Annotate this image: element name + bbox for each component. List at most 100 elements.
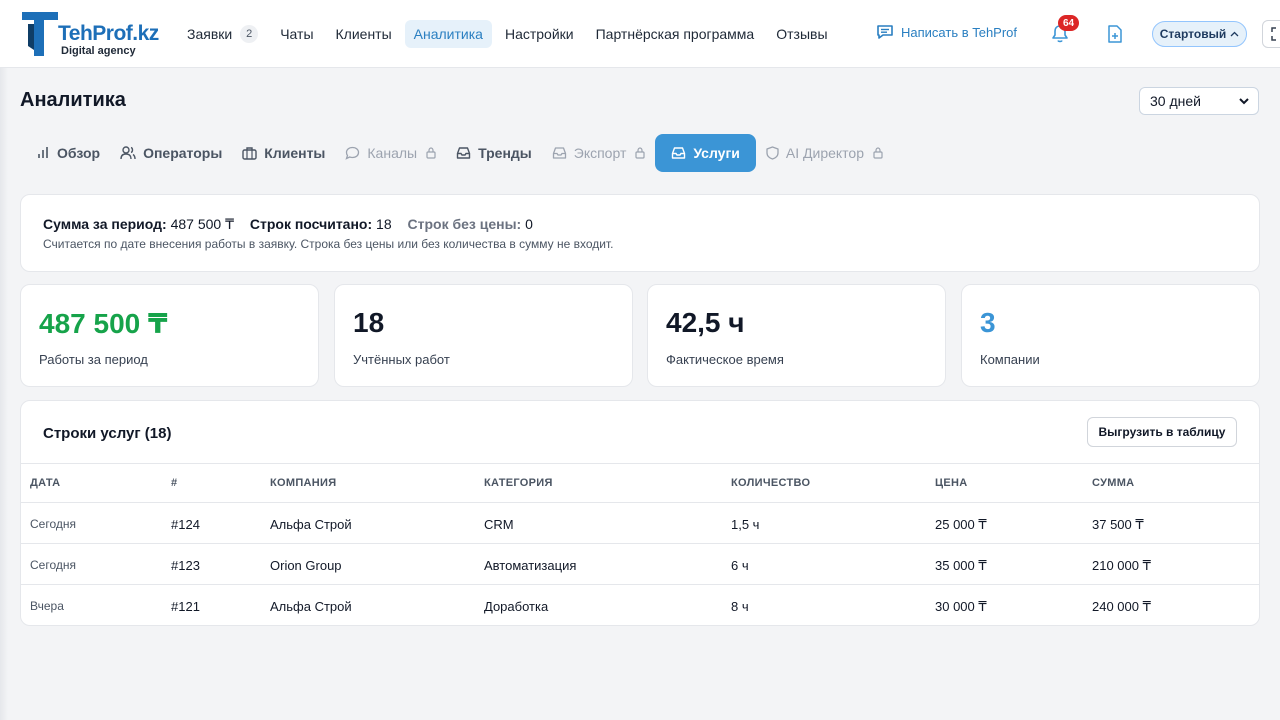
nav-item-chats[interactable]: Чаты [271,20,322,48]
nav-item-label: Настройки [504,26,574,42]
table-title: Строки услуг (18) [43,425,172,442]
stat-value: 42,5 ч [666,307,745,338]
inbox-icon [552,147,566,159]
tab-label: AI Директор [785,145,865,161]
logo-subtitle: Digital agency [61,45,136,57]
nav-item-reviews[interactable]: Отзывы [767,20,836,48]
nav-item-label: Клиенты [335,26,392,42]
period-select-value: 30 дней [1150,93,1201,109]
cell-category: Автоматизация [484,558,577,573]
nav-item-partner-program[interactable]: Партнёрская программа [587,20,764,48]
stat-card-works-count: 18 Учтённых работ [334,284,633,387]
cell-date: Сегодня [30,558,76,572]
stat-value: 487 500 ₸ [39,308,168,339]
new-document-icon[interactable] [1107,25,1123,43]
export-to-sheet-button[interactable]: Выгрузить в таблицу [1087,417,1237,447]
sum-value: 487 500 ₸ [170,216,234,232]
logo[interactable]: TehProf.kz Digital agency [20,10,160,60]
tab-label: Обзор [57,145,101,161]
lock-icon [426,147,436,159]
cell-number: #123 [171,558,200,573]
write-to-support-link[interactable]: Написать в TehProf [876,24,1017,40]
table-row[interactable]: Вчера #121 Альфа Строй Доработка 8 ч 30 … [21,585,1259,625]
cell-price: 25 000 ₸ [935,517,987,532]
summary-note: Считается по дате внесения работы в заяв… [43,237,614,251]
nav-item-settings[interactable]: Настройки [496,20,583,48]
rows-counted-value: 18 [376,216,392,232]
cell-quantity: 1,5 ч [731,517,760,532]
nav-item-analytics[interactable]: Аналитика [404,20,492,48]
sum-label: Сумма за период: [43,216,167,232]
cell-sum: 240 000 ₸ [1092,599,1151,614]
nav-item-label: Партнёрская программа [595,26,755,42]
column-header-sum[interactable]: СУММА [1092,477,1134,489]
lock-icon [635,147,645,159]
cell-company: Альфа Строй [270,517,352,532]
tab-trends[interactable]: Тренды [446,134,542,172]
analytics-tabs: Обзор Операторы Клиенты Каналы Тренды Эк… [26,134,893,172]
stat-value: 3 [980,307,996,338]
cell-date: Сегодня [30,517,76,531]
left-edge-shadow [0,68,8,720]
period-summary-card: Сумма за период: 487 500 ₸ Строк посчита… [20,194,1260,272]
page-title: Аналитика [20,89,126,111]
table-row[interactable]: Сегодня #124 Альфа Строй CRM 1,5 ч 25 00… [21,503,1259,544]
cell-date: Вчера [30,599,64,613]
stat-label: Учтённых работ [353,352,450,367]
tab-label: Клиенты [264,145,326,161]
fullscreen-button[interactable] [1262,20,1280,48]
summary-line: Сумма за период: 487 500 ₸ Строк посчита… [43,216,533,233]
cell-sum: 210 000 ₸ [1092,558,1151,573]
column-header-category[interactable]: КАТЕГОРИЯ [484,477,553,489]
cell-category: CRM [484,517,514,532]
cell-number: #124 [171,517,200,532]
users-icon [120,146,136,160]
stat-card-actual-time: 42,5 ч Фактическое время [647,284,946,387]
lock-icon [873,147,883,159]
tab-label: Каналы [367,145,418,161]
stat-value: 18 [353,307,385,338]
stat-label: Компании [980,352,1040,367]
inbox-icon [456,147,471,159]
tab-services[interactable]: Услуги [655,134,756,172]
nav-item-requests[interactable]: Заявки 2 [178,20,267,48]
chevron-down-icon [1239,98,1249,105]
requests-count-badge: 2 [240,25,259,43]
rows-counted-label: Строк посчитано: [249,216,373,232]
cell-company: Orion Group [270,558,342,573]
tab-ai-director[interactable]: AI Директор [756,134,893,172]
cell-quantity: 6 ч [731,558,749,573]
tab-operators[interactable]: Операторы [110,134,232,172]
table-header: ДАТА # КОМПАНИЯ КАТЕГОРИЯ КОЛИЧЕСТВО ЦЕН… [21,463,1259,503]
logo-name: TehProf.kz [58,22,159,45]
nav-item-label: Чаты [280,26,314,42]
column-header-number[interactable]: # [171,477,177,489]
stat-card-companies: 3 Компании [961,284,1260,387]
shield-icon [766,146,779,160]
write-to-support-label: Написать в TehProf [901,24,1018,40]
cell-company: Альфа Строй [270,599,352,614]
tab-label: Услуги [693,145,740,161]
tab-overview[interactable]: Обзор [26,134,110,172]
table-row[interactable]: Сегодня #123 Orion Group Автоматизация 6… [21,544,1259,585]
tab-export[interactable]: Экспорт [542,134,656,172]
column-header-date[interactable]: ДАТА [30,477,60,489]
service-rows-card: Строки услуг (18) Выгрузить в таблицу ДА… [20,400,1260,626]
tab-channels[interactable]: Каналы [335,134,446,172]
cell-price: 35 000 ₸ [935,558,987,573]
nav-item-clients[interactable]: Клиенты [327,20,401,48]
column-header-price[interactable]: ЦЕНА [935,477,967,489]
tab-label: Операторы [143,145,223,161]
period-select[interactable]: 30 дней [1139,87,1259,115]
tab-clients[interactable]: Клиенты [232,134,335,172]
cell-sum: 37 500 ₸ [1092,517,1144,532]
message-icon [877,25,893,39]
cell-number: #121 [171,599,200,614]
expand-icon [1271,27,1280,41]
rows-no-price-label: Строк без цены: [407,216,522,232]
bar-chart-icon [38,147,48,158]
cell-category: Доработка [484,599,549,614]
column-header-quantity[interactable]: КОЛИЧЕСТВО [731,477,810,489]
column-header-company[interactable]: КОМПАНИЯ [270,477,336,489]
plan-button[interactable]: Стартовый [1152,21,1247,47]
